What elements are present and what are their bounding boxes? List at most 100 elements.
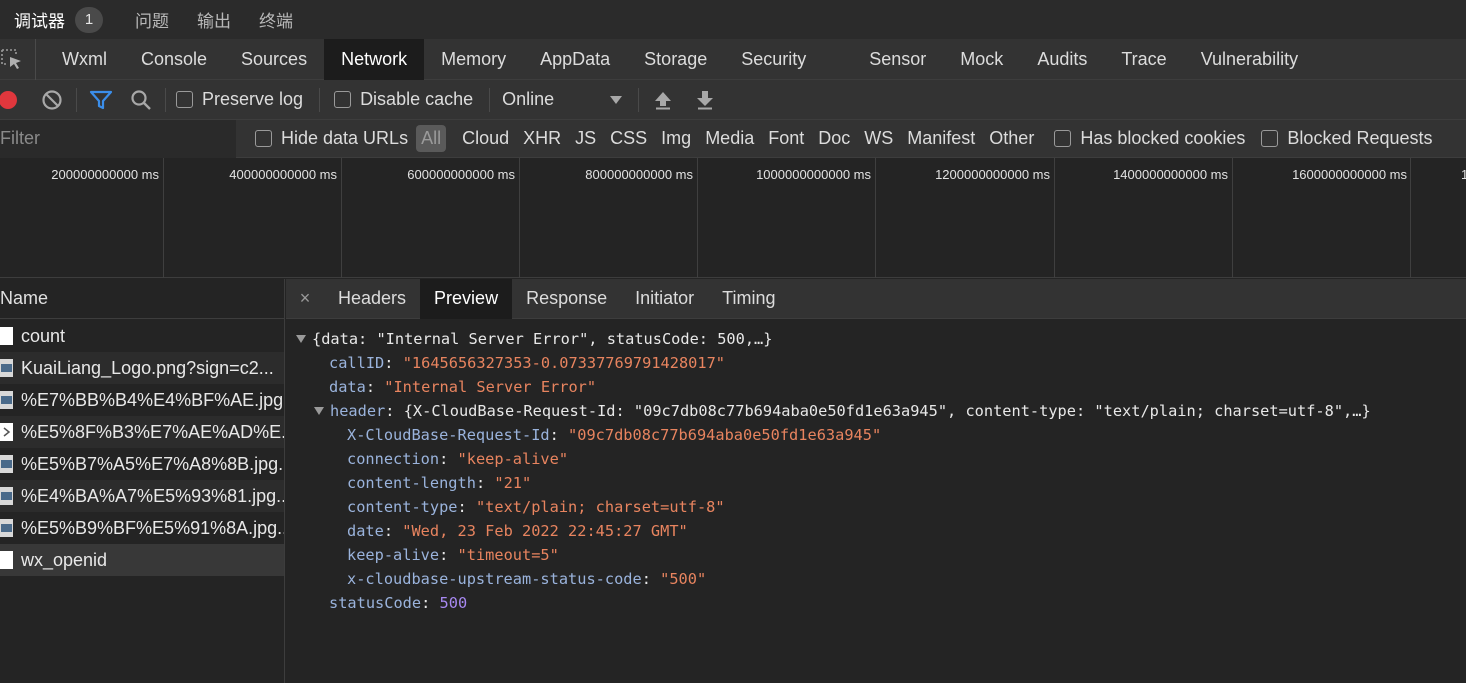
- checkbox-box[interactable]: [334, 91, 352, 108]
- tab-trace[interactable]: Trace: [1104, 39, 1183, 80]
- tab-mock[interactable]: Mock: [943, 39, 1020, 80]
- request-row[interactable]: KuaiLiang_Logo.png?sign=c2...: [0, 352, 284, 384]
- tab-headers[interactable]: Headers: [324, 279, 420, 319]
- search-button[interactable]: [127, 86, 155, 114]
- request-name: KuaiLiang_Logo.png?sign=c2...: [21, 357, 274, 378]
- toolbar-divider: [489, 87, 491, 112]
- filter-type-other[interactable]: Other: [989, 128, 1034, 149]
- checkbox-box[interactable]: [1261, 130, 1279, 147]
- json-property: x-cloudbase-upstream-status-code: "500": [286, 567, 1466, 591]
- filter-button[interactable]: [87, 86, 115, 114]
- request-row[interactable]: count: [0, 320, 284, 352]
- timeline-tick-label: 1000000000000 ms: [756, 167, 871, 182]
- export-har-button[interactable]: [691, 86, 719, 114]
- tab-terminal[interactable]: 终端: [259, 7, 293, 32]
- tab-sources[interactable]: Sources: [224, 39, 324, 80]
- json-root-summary: {data: "Internal Server Error", statusCo…: [312, 330, 773, 348]
- json-property: data: "Internal Server Error": [286, 375, 1466, 399]
- name-column-header[interactable]: Name: [0, 279, 284, 319]
- filter-type-manifest[interactable]: Manifest: [907, 128, 975, 149]
- tab-initiator[interactable]: Initiator: [621, 279, 708, 319]
- has-blocked-cookies-label: Has blocked cookies: [1080, 128, 1246, 148]
- json-key: keep-alive: [347, 546, 440, 564]
- json-header-node[interactable]: header: {X-CloudBase-Request-Id: "09c7db…: [286, 399, 1466, 423]
- filter-type-css[interactable]: CSS: [610, 128, 647, 149]
- network-overview-timeline[interactable]: 200000000000 ms 400000000000 ms 60000000…: [0, 158, 1466, 278]
- record-button[interactable]: [0, 86, 20, 114]
- filter-input[interactable]: Filter: [0, 119, 236, 158]
- request-row[interactable]: %E5%B9%BF%E5%91%8A.jpg...: [0, 512, 284, 544]
- expand-triangle-icon[interactable]: [296, 335, 306, 343]
- preserve-log-checkbox[interactable]: Preserve log: [176, 89, 303, 110]
- timeline-tick-label: 200000000000 ms: [51, 167, 159, 182]
- hide-data-urls-label: Hide data URLs: [281, 128, 409, 148]
- tab-memory[interactable]: Memory: [424, 39, 523, 80]
- tab-network[interactable]: Network: [324, 38, 425, 80]
- tab-audits[interactable]: Audits: [1020, 39, 1104, 80]
- tab-console[interactable]: Console: [124, 39, 224, 80]
- image-icon: [0, 487, 13, 505]
- name-column-label: Name: [0, 288, 49, 308]
- tab-response[interactable]: Response: [512, 279, 621, 319]
- clear-button[interactable]: [38, 86, 66, 114]
- request-name: %E4%BA%A7%E5%93%81.jpg...: [21, 485, 284, 506]
- json-value: "text/plain; charset=utf-8": [475, 498, 725, 516]
- filter-type-font[interactable]: Font: [768, 128, 804, 149]
- tab-output[interactable]: 输出: [197, 7, 231, 32]
- json-value: "keep-alive": [457, 450, 569, 468]
- close-icon[interactable]: ×: [286, 288, 324, 309]
- timeline-tick-label: 1600000000000 ms: [1292, 167, 1407, 182]
- blocked-requests-checkbox[interactable]: Blocked Requests: [1261, 128, 1433, 149]
- tab-problems[interactable]: 问题: [135, 7, 169, 32]
- image-icon: [0, 359, 13, 377]
- json-value: "500": [660, 570, 707, 588]
- throttling-select[interactable]: Online: [502, 89, 623, 110]
- throttling-value: Online: [502, 89, 555, 109]
- tab-preview[interactable]: Preview: [420, 278, 513, 319]
- import-har-button[interactable]: [649, 86, 677, 114]
- filter-type-cloud[interactable]: Cloud: [462, 128, 509, 149]
- clear-icon: [42, 89, 62, 110]
- devtools-tab-bar: Wxml Console Sources Network Memory AppD…: [0, 38, 1466, 80]
- json-value: "1645656327353-0.07337769791428017": [402, 354, 726, 372]
- arrow-icon: [0, 423, 13, 441]
- tab-storage[interactable]: Storage: [627, 39, 724, 80]
- filter-type-doc[interactable]: Doc: [818, 128, 850, 149]
- upload-icon: [655, 91, 672, 109]
- checkbox-box[interactable]: [255, 130, 272, 147]
- filter-type-img[interactable]: Img: [661, 128, 691, 149]
- tab-sensor[interactable]: Sensor: [852, 39, 943, 80]
- tab-problems-label: 问题: [135, 12, 169, 31]
- checkbox-box[interactable]: [1054, 130, 1072, 147]
- filter-type-all[interactable]: All: [416, 125, 447, 152]
- request-name: count: [21, 325, 66, 346]
- filter-type-js[interactable]: JS: [575, 128, 596, 149]
- filter-type-media[interactable]: Media: [705, 128, 754, 149]
- filter-type-ws[interactable]: WS: [864, 128, 893, 149]
- panel-tab-bar: 调试器 1 问题 输出 终端: [0, 0, 1466, 39]
- has-blocked-cookies-checkbox[interactable]: Has blocked cookies: [1054, 128, 1245, 149]
- hide-data-urls-checkbox[interactable]: Hide data URLs: [255, 128, 408, 149]
- tab-timing[interactable]: Timing: [708, 279, 789, 319]
- request-row[interactable]: %E4%BA%A7%E5%93%81.jpg...: [0, 480, 284, 512]
- tab-wxml[interactable]: Wxml: [45, 39, 124, 80]
- request-row-selected[interactable]: wx_openid: [0, 544, 284, 576]
- checkbox-box[interactable]: [176, 91, 193, 108]
- tab-appdata[interactable]: AppData: [523, 39, 627, 80]
- json-property: content-type: "text/plain; charset=utf-8…: [286, 495, 1466, 519]
- tab-security[interactable]: Security: [724, 39, 852, 80]
- inspect-element-icon[interactable]: [0, 38, 36, 80]
- filter-type-xhr[interactable]: XHR: [523, 128, 561, 149]
- disable-cache-checkbox[interactable]: Disable cache: [334, 89, 473, 110]
- request-name: %E5%B7%A5%E7%A8%8B.jpg...: [21, 453, 284, 474]
- request-row[interactable]: %E7%BB%B4%E4%BF%AE.jpg...: [0, 384, 284, 416]
- request-name: %E5%B9%BF%E5%91%8A.jpg...: [21, 517, 284, 538]
- tab-vulnerability[interactable]: Vulnerability: [1184, 39, 1315, 80]
- request-row[interactable]: %E5%B7%A5%E7%A8%8B.jpg...: [0, 448, 284, 480]
- tab-debugger[interactable]: 调试器 1: [14, 6, 103, 33]
- image-icon: [0, 391, 13, 409]
- expand-triangle-icon[interactable]: [314, 407, 324, 415]
- json-root-node[interactable]: {data: "Internal Server Error", statusCo…: [286, 327, 1466, 351]
- request-row[interactable]: %E5%8F%B3%E7%AE%AD%E...: [0, 416, 284, 448]
- json-key: header: [330, 402, 386, 420]
